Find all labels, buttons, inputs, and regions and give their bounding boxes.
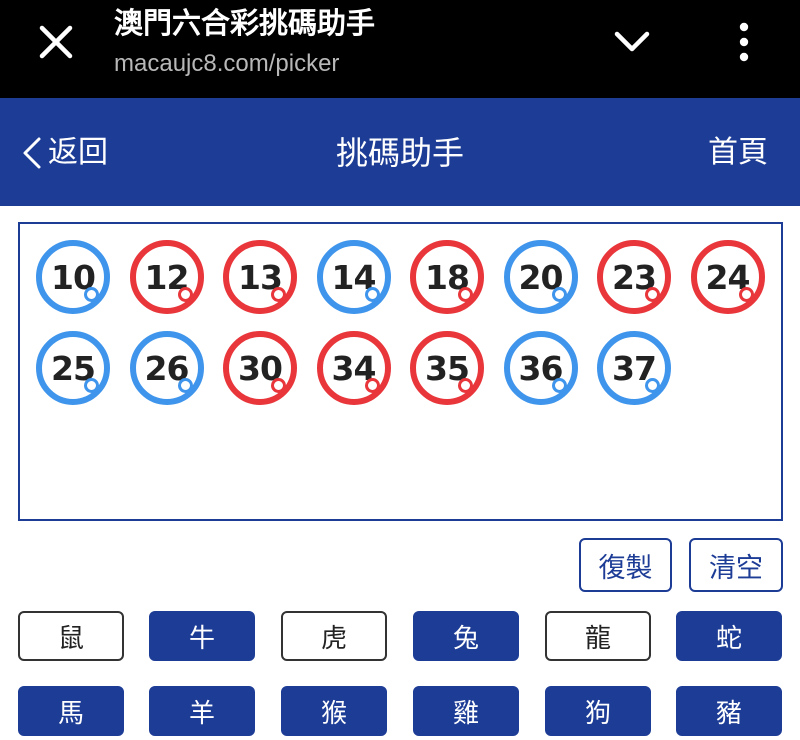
number-ball[interactable]: 36 [503,331,578,405]
ball-gloss-decoration [645,378,660,393]
number-ball[interactable]: 20 [503,240,578,314]
browser-url[interactable]: macaujc8.com/picker [114,48,339,80]
app-header: 返回 挑碼助手 首頁 [0,98,800,206]
zodiac-button[interactable]: 馬 [18,686,124,736]
zodiac-button[interactable]: 牛 [149,611,255,661]
page-title: 挑碼助手 [335,134,464,172]
copy-button[interactable]: 復製 [579,538,672,592]
chevron-down-icon[interactable] [612,26,652,58]
number-ball[interactable]: 10 [36,240,110,314]
number-ball[interactable]: 23 [597,240,671,314]
zodiac-button[interactable]: 虎 [281,611,387,661]
ball-gloss-decoration [271,287,286,302]
ball-gloss-decoration [551,378,567,393]
ball-gloss-decoration [551,287,567,302]
ball-gloss-decoration [364,287,380,302]
zodiac-button[interactable]: 猴 [281,686,387,736]
selected-numbers-panel: 10 12 13 14 18 20 23 24 25 26 30 34 35 36 37 [18,222,783,521]
ball-gloss-decoration [84,287,99,302]
ball-gloss-decoration [645,287,660,302]
ball-gloss-decoration [458,378,473,393]
ball-gloss-decoration [271,378,286,393]
number-ball[interactable]: 24 [690,240,765,314]
zodiac-button[interactable]: 蛇 [676,611,782,661]
ball-gloss-decoration [738,287,754,302]
zodiac-button[interactable]: 豬 [676,686,782,736]
ball-gloss-decoration [84,378,99,393]
number-ball[interactable]: 30 [223,331,297,405]
number-ball[interactable]: 18 [410,240,484,314]
ball-gloss-decoration [177,378,193,393]
zodiac-button[interactable]: 鼠 [18,611,124,661]
clear-button[interactable]: 清空 [689,538,783,592]
zodiac-button[interactable]: 龍 [545,611,651,661]
number-ball[interactable]: 12 [129,240,204,314]
browser-page-title: 澳門六合彩挑碼助手 [114,6,376,40]
number-ball[interactable]: 14 [316,240,391,314]
browser-bar: 澳門六合彩挑碼助手 macaujc8.com/picker [0,0,800,98]
ball-gloss-decoration [177,287,193,302]
number-ball[interactable]: 26 [129,331,204,405]
zodiac-button[interactable]: 兔 [413,611,519,661]
zodiac-button[interactable]: 雞 [413,686,519,736]
number-ball[interactable]: 25 [36,331,110,405]
ball-gloss-decoration [458,287,473,302]
number-ball[interactable]: 34 [316,331,391,405]
close-icon[interactable] [36,22,76,62]
number-ball[interactable]: 13 [223,240,297,314]
number-ball[interactable]: 35 [410,331,484,405]
number-ball[interactable]: 37 [597,331,671,405]
ball-gloss-decoration [364,378,380,393]
zodiac-button[interactable]: 狗 [545,686,651,736]
zodiac-button[interactable]: 羊 [149,686,255,736]
more-vertical-icon[interactable] [734,20,754,64]
home-button[interactable]: 首頁 [708,132,768,174]
